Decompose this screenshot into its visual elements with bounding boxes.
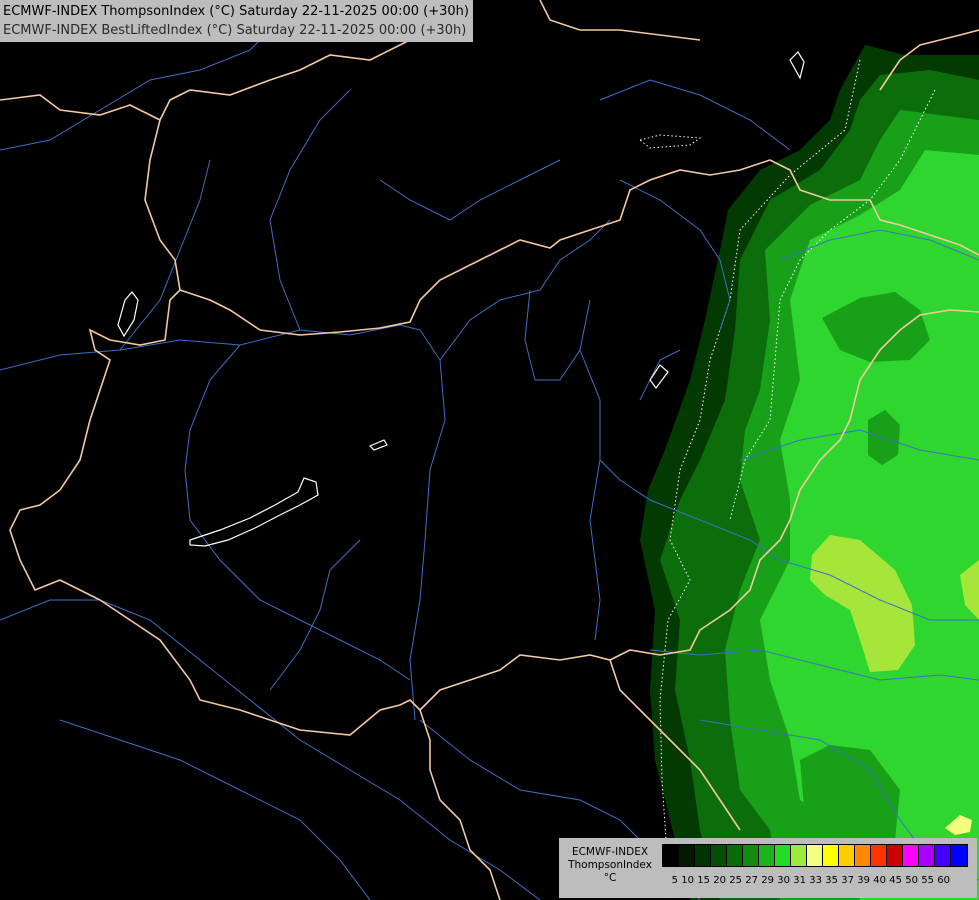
legend-tick: 33	[809, 875, 822, 886]
legend-swatch	[743, 845, 759, 866]
legend-swatch	[951, 845, 967, 866]
legend-swatch	[791, 845, 807, 866]
legend-parameter-name: ThompsonIndex	[568, 859, 652, 871]
legend-swatch	[823, 845, 839, 866]
legend-tick: 40	[873, 875, 886, 886]
legend-tick: 37	[841, 875, 854, 886]
legend-tick: 10	[681, 875, 694, 886]
legend-tick: 30	[777, 875, 790, 886]
legend-tick: 5	[671, 875, 678, 886]
legend-tick: 20	[713, 875, 726, 886]
legend-swatch	[775, 845, 791, 866]
best-lifted-index-title: ECMWF-INDEX BestLiftedIndex (°C) Saturda…	[3, 23, 467, 38]
legend-swatch	[887, 845, 903, 866]
legend-tick-labels: 5 10 15 20 25 27 29 30 31 33 35 37 39 40 45 50 55 60	[662, 875, 950, 886]
legend-unit: °C	[603, 872, 617, 884]
legend-swatch	[839, 845, 855, 866]
legend-color-bar	[662, 844, 968, 867]
legend-swatch	[759, 845, 775, 866]
legend-swatch	[903, 845, 919, 866]
legend-swatch	[727, 845, 743, 866]
legend-tick: 29	[761, 875, 774, 886]
legend-swatch	[935, 845, 951, 866]
legend-swatch	[663, 845, 679, 866]
legend-swatch	[871, 845, 887, 866]
legend-tick: 39	[857, 875, 870, 886]
legend-tick: 55	[921, 875, 934, 886]
legend-tick: 27	[745, 875, 758, 886]
legend-swatch	[855, 845, 871, 866]
legend-swatch	[679, 845, 695, 866]
weather-map	[0, 0, 979, 900]
legend-tick: 31	[793, 875, 806, 886]
thompson-index-title: ECMWF-INDEX ThompsonIndex (°C) Saturday …	[3, 4, 469, 19]
legend-swatch	[711, 845, 727, 866]
map-title-box: ECMWF-INDEX ThompsonIndex (°C) Saturday …	[0, 0, 473, 42]
legend-tick: 25	[729, 875, 742, 886]
legend-tick: 45	[889, 875, 902, 886]
color-legend: ECMWF-INDEX ThompsonIndex °C 5 10 15 20 25 27…	[559, 838, 977, 898]
legend-tick: 35	[825, 875, 838, 886]
legend-swatch	[919, 845, 935, 866]
legend-model-name: ECMWF-INDEX	[571, 846, 649, 858]
legend-swatch	[695, 845, 711, 866]
legend-tick: 50	[905, 875, 918, 886]
legend-swatch	[807, 845, 823, 866]
legend-label: ECMWF-INDEX ThompsonIndex °C	[562, 846, 658, 885]
legend-tick: 15	[697, 875, 710, 886]
legend-tick: 60	[937, 875, 950, 886]
